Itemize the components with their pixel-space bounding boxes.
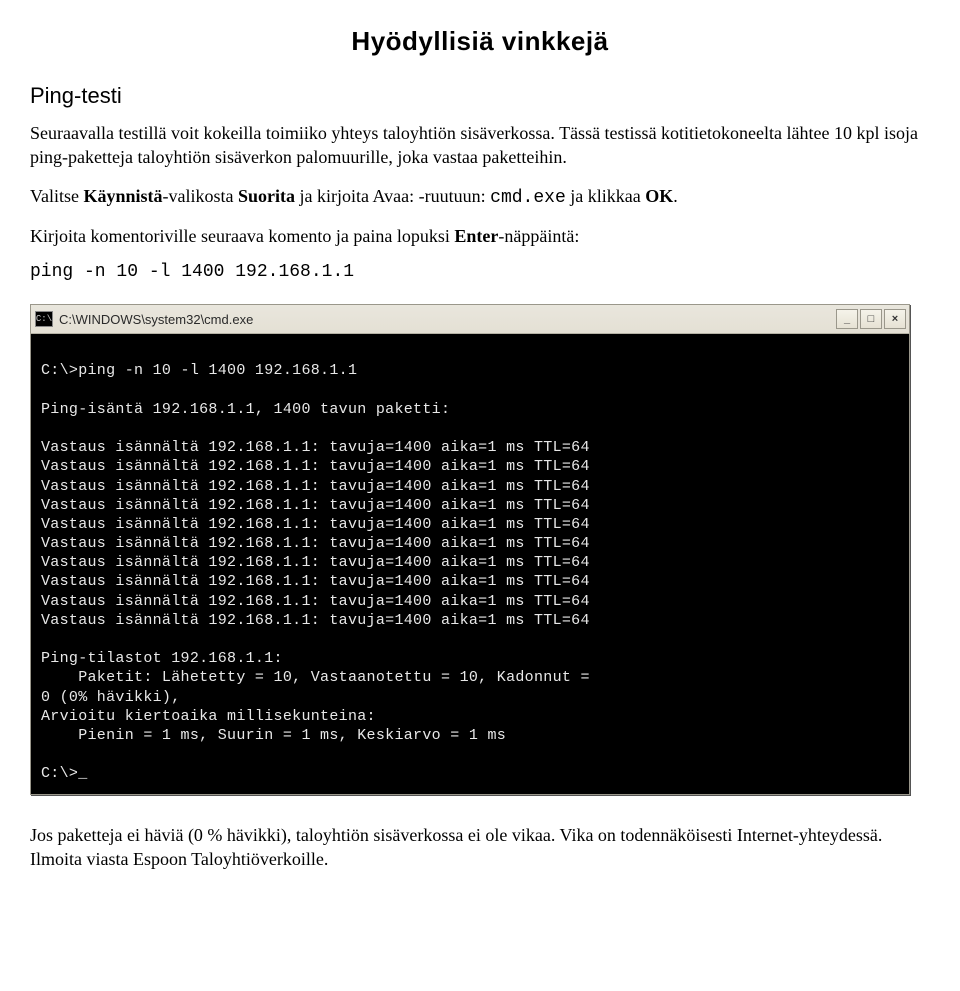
cmd-intro-text: Kirjoita komentoriville seuraava komento… xyxy=(30,226,454,246)
cmd-output: C:\>ping -n 10 -l 1400 192.168.1.1 Ping-… xyxy=(30,334,910,794)
instr-text: -valikosta xyxy=(163,186,238,206)
cmd-prompt-icon: C:\ xyxy=(35,311,53,327)
instr-text: ja klikkaa xyxy=(566,186,645,206)
ping-command: ping -n 10 -l 1400 192.168.1.1 xyxy=(30,262,930,282)
cmd-intro-bold-enter: Enter xyxy=(454,226,498,246)
instr-text: Valitse xyxy=(30,186,84,206)
cmd-titlebar: C:\ C:\WINDOWS\system32\cmd.exe _ □ × xyxy=(30,304,910,334)
instr-bold-ok: OK xyxy=(645,186,673,206)
cmd-window: C:\ C:\WINDOWS\system32\cmd.exe _ □ × C:… xyxy=(30,304,910,794)
outro-paragraph: Jos paketteja ei häviä (0 % hävikki), ta… xyxy=(30,823,930,872)
cmd-intro-text: -näppäintä: xyxy=(498,226,579,246)
minimize-button[interactable]: _ xyxy=(836,309,858,329)
page-title: Hyödyllisiä vinkkejä xyxy=(30,26,930,57)
intro-paragraph: Seuraavalla testillä voit kokeilla toimi… xyxy=(30,121,930,170)
cmd-window-title: C:\WINDOWS\system32\cmd.exe xyxy=(59,312,836,327)
instruction-paragraph: Valitse Käynnistä-valikosta Suorita ja k… xyxy=(30,184,930,210)
instr-bold-start: Käynnistä xyxy=(84,186,163,206)
instr-code: cmd.exe xyxy=(490,188,566,208)
instr-text: . xyxy=(673,186,678,206)
instr-text: ja kirjoita Avaa: -ruutuun: xyxy=(295,186,490,206)
cmd-window-buttons: _ □ × xyxy=(836,309,906,329)
section-title: Ping-testi xyxy=(30,83,930,109)
close-button[interactable]: × xyxy=(884,309,906,329)
cmd-intro-paragraph: Kirjoita komentoriville seuraava komento… xyxy=(30,224,930,248)
instr-bold-run: Suorita xyxy=(238,186,295,206)
maximize-button[interactable]: □ xyxy=(860,309,882,329)
